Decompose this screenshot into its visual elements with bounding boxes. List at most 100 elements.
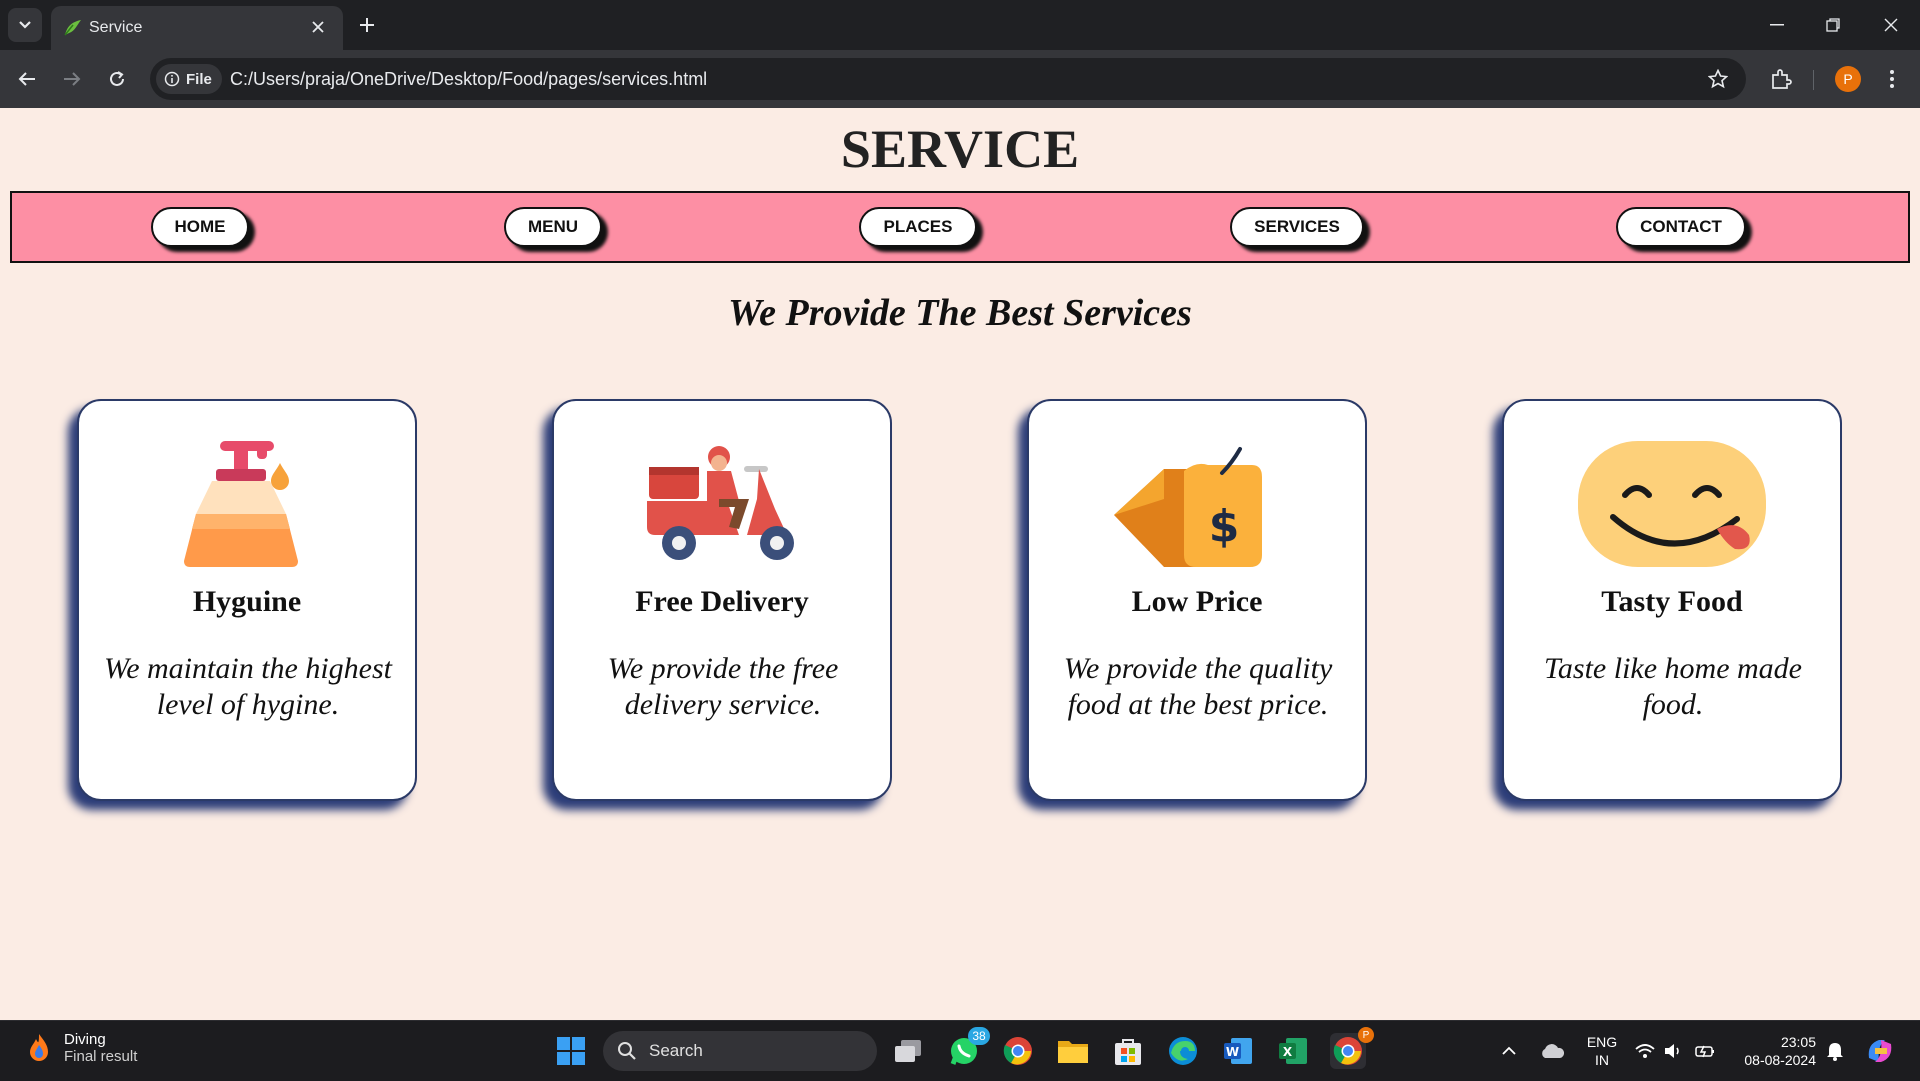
new-tab-button[interactable]	[354, 12, 380, 38]
chevron-down-icon	[19, 21, 31, 29]
taskbar-search[interactable]: Search	[603, 1031, 877, 1071]
service-card-tasty-food: Tasty Food Taste like home made food.	[1502, 399, 1842, 801]
plus-icon	[360, 18, 374, 32]
toolbar-separator	[1813, 70, 1814, 90]
back-button[interactable]	[14, 66, 40, 92]
info-icon	[164, 71, 180, 87]
copilot-icon	[1868, 1040, 1892, 1062]
weather-widget[interactable]: Diving Final result	[26, 1031, 137, 1065]
site-info-label: File	[186, 70, 212, 88]
card-description: We maintain the highest level of hygine.	[103, 652, 393, 721]
svg-text:W: W	[1226, 1045, 1239, 1059]
arrow-right-icon	[64, 72, 81, 86]
soap-dispenser-icon	[184, 441, 298, 567]
word-button[interactable]: W	[1220, 1033, 1256, 1069]
chrome-icon	[1333, 1037, 1362, 1065]
nav-contact[interactable]: CONTACT	[1616, 207, 1746, 247]
address-bar[interactable]: File C:/Users/praja/OneDrive/Desktop/Foo…	[150, 58, 1746, 100]
profile-badge: P	[1358, 1027, 1374, 1043]
extensions-button[interactable]	[1768, 66, 1794, 92]
url-text: C:/Users/praja/OneDrive/Desktop/Food/pag…	[230, 69, 708, 89]
profile-avatar[interactable]: P	[1835, 66, 1861, 92]
onedrive-tray-icon[interactable]	[1536, 1033, 1568, 1069]
clock[interactable]: 23:05 08-08-2024	[1732, 1033, 1816, 1069]
bookmark-button[interactable]	[1706, 67, 1730, 91]
excel-button[interactable]: X	[1275, 1033, 1311, 1069]
service-card-delivery: Free Delivery We provide the free delive…	[552, 399, 892, 801]
store-icon	[1115, 1039, 1141, 1065]
task-view-button[interactable]	[890, 1033, 926, 1069]
close-icon	[1884, 18, 1898, 32]
browser-toolbar: File C:/Users/praja/OneDrive/Desktop/Foo…	[0, 50, 1920, 108]
cloud-icon	[1542, 1044, 1565, 1058]
reload-icon	[110, 71, 124, 86]
restore-button[interactable]	[1820, 12, 1846, 38]
search-label: Search	[649, 1041, 703, 1060]
microsoft-store-button[interactable]	[1110, 1033, 1146, 1069]
card-title: Low Price	[1131, 585, 1263, 618]
smiley-tongue-icon	[1578, 441, 1766, 567]
chrome-active-taskbar-button[interactable]: P	[1330, 1027, 1374, 1069]
notifications-button[interactable]	[1822, 1033, 1848, 1069]
puzzle-icon	[1772, 69, 1792, 89]
nav-home[interactable]: HOME	[151, 207, 249, 247]
battery-charging-icon	[1695, 1045, 1714, 1058]
edge-browser-button[interactable]	[1165, 1033, 1201, 1069]
wifi-tray-icon[interactable]	[1632, 1033, 1658, 1069]
language-code: ENG	[1586, 1034, 1618, 1050]
task-view-icon	[895, 1040, 921, 1062]
close-icon	[312, 21, 324, 33]
card-description: We provide the free delivery service.	[607, 652, 839, 721]
clock-time: 23:05	[1780, 1034, 1816, 1050]
edge-icon	[1169, 1037, 1197, 1065]
region-code: IN	[1595, 1052, 1609, 1068]
speaker-icon	[1665, 1044, 1679, 1058]
site-info-chip[interactable]: File	[156, 64, 222, 94]
show-hidden-icons-button[interactable]	[1494, 1033, 1524, 1069]
flame-icon	[30, 1034, 48, 1061]
chrome-taskbar-button[interactable]	[1000, 1033, 1036, 1069]
more-vertical-icon	[1890, 70, 1894, 88]
whatsapp-taskbar-button[interactable]: 38	[946, 1027, 990, 1069]
card-title: Free Delivery	[635, 585, 809, 618]
start-button[interactable]	[553, 1033, 589, 1069]
browser-menu-button[interactable]	[1880, 66, 1904, 92]
delivery-scooter-icon	[647, 446, 794, 560]
minimize-icon	[1770, 24, 1784, 26]
tab-close-button[interactable]	[307, 16, 329, 38]
nav-menu[interactable]: MENU	[504, 207, 602, 247]
bell-icon	[1827, 1043, 1843, 1061]
chevron-up-icon	[1502, 1046, 1516, 1055]
section-heading: We Provide The Best Services	[728, 292, 1192, 334]
weather-title: Diving	[64, 1031, 106, 1048]
browser-tab-strip: Service	[0, 0, 1920, 50]
page-title: SERVICE	[840, 119, 1080, 179]
card-title: Tasty Food	[1601, 585, 1743, 618]
reload-button[interactable]	[104, 66, 130, 92]
web-page: SERVICE HOME MENU PLACES SERVICES CONTAC…	[0, 108, 1920, 1020]
volume-tray-icon[interactable]	[1660, 1033, 1686, 1069]
forward-button[interactable]	[59, 66, 85, 92]
search-icon	[618, 1042, 636, 1060]
windows-taskbar: Diving Final result Search 38 W X P ENG …	[0, 1020, 1920, 1081]
folder-icon	[1058, 1041, 1088, 1063]
windows-start-icon	[557, 1037, 585, 1065]
nav-services[interactable]: SERVICES	[1230, 207, 1364, 247]
tab-search-button[interactable]	[8, 8, 42, 42]
weather-subtitle: Final result	[64, 1048, 138, 1065]
battery-tray-icon[interactable]	[1692, 1033, 1718, 1069]
browser-tab-active[interactable]: Service	[51, 6, 343, 50]
copilot-button[interactable]	[1862, 1033, 1898, 1069]
restore-icon	[1826, 18, 1840, 32]
language-indicator[interactable]: ENG IN	[1582, 1033, 1622, 1069]
tab-title: Service	[89, 19, 143, 36]
file-explorer-button[interactable]	[1055, 1033, 1091, 1069]
service-card-low-price: $ Low Price We provide the quality food …	[1027, 399, 1367, 801]
close-window-button[interactable]	[1878, 12, 1904, 38]
card-title: Hyguine	[192, 585, 302, 618]
minimize-button[interactable]	[1764, 12, 1790, 38]
nav-places[interactable]: PLACES	[859, 207, 977, 247]
chrome-icon	[1003, 1037, 1032, 1065]
wifi-icon	[1635, 1044, 1655, 1058]
excel-icon: X	[1279, 1038, 1307, 1064]
